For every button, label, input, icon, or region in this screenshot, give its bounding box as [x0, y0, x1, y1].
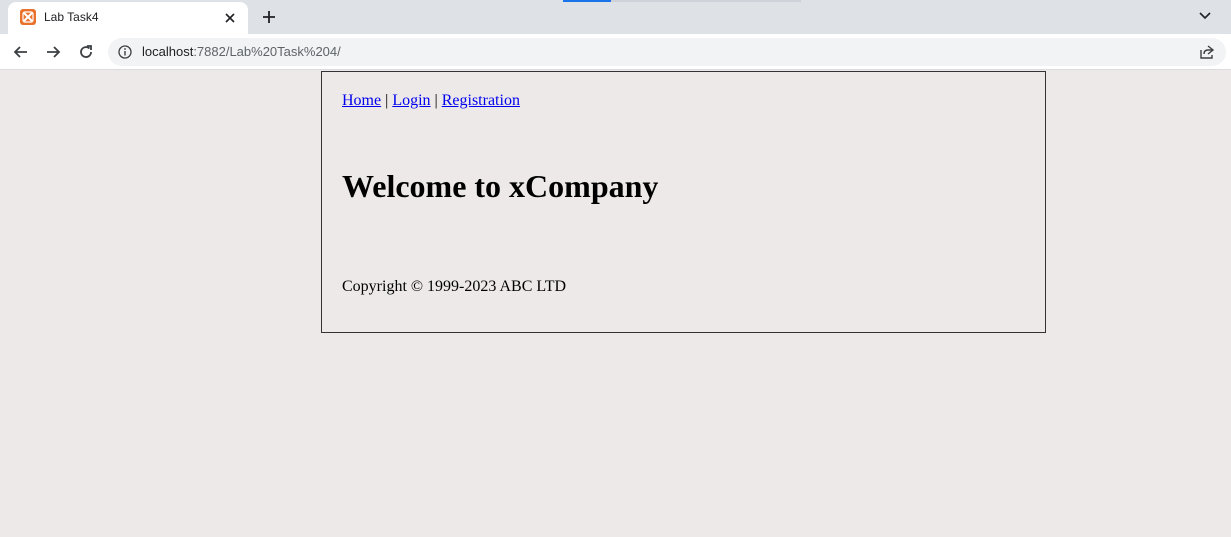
nav-separator: | [385, 92, 389, 109]
url-host: localhost [142, 44, 194, 59]
url-path: :7882/Lab%20Task%204/ [193, 44, 341, 59]
browser-toolbar: localhost:7882/Lab%20Task%204/ [0, 34, 1231, 70]
back-arrow-icon[interactable] [12, 43, 30, 61]
nav-link-login[interactable]: Login [392, 92, 430, 109]
browser-tab-strip: Lab Task4 [0, 0, 1231, 34]
forward-arrow-icon[interactable] [44, 43, 62, 61]
nav-separator: | [434, 92, 438, 109]
page-title: Welcome to xCompany [342, 168, 659, 204]
nav-link-home[interactable]: Home [342, 92, 381, 109]
chevron-down-icon[interactable] [1196, 7, 1214, 25]
tab-strip-indicator [563, 0, 611, 2]
address-bar[interactable]: localhost:7882/Lab%20Task%204/ [108, 38, 1226, 66]
copyright-footer: Copyright © 1999-2023 ABC LTD [342, 278, 567, 295]
page-container: Home | Login | Registration Welcome to x… [321, 71, 1046, 333]
xampp-icon [20, 9, 36, 25]
reload-icon[interactable] [77, 43, 95, 61]
top-navigation: Home | Login | Registration [342, 92, 520, 110]
new-tab-icon[interactable] [259, 7, 279, 27]
browser-tab[interactable]: Lab Task4 [8, 2, 248, 34]
tab-strip-indicator-track [611, 0, 801, 2]
close-icon[interactable] [222, 10, 238, 26]
url-text[interactable]: localhost:7882/Lab%20Task%204/ [142, 44, 341, 59]
nav-link-registration[interactable]: Registration [442, 92, 520, 109]
tab-title: Lab Task4 [44, 10, 99, 24]
share-icon[interactable] [1199, 44, 1215, 60]
info-icon[interactable] [118, 45, 132, 59]
